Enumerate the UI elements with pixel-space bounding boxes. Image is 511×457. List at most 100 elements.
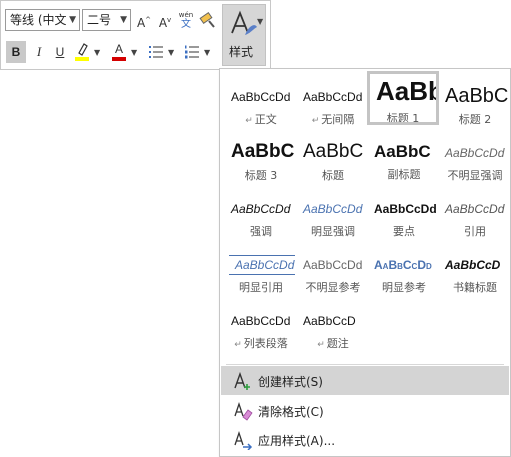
highlighter-icon [75,43,89,61]
style-name: 副标题 [387,168,421,181]
chevron-down-icon: ▼ [257,17,264,26]
font-color-button[interactable]: A [109,41,129,63]
style-tile-intense-reference[interactable]: AaBbCcDd 明显参考 [368,245,440,301]
styles-icon [231,10,257,35]
style-sample: AaBbC [303,141,364,162]
style-tile-title[interactable]: AaBbC 标题 [297,133,369,189]
style-name: 明显引用 [239,281,283,294]
chevron-down-icon[interactable]: ▼ [204,48,210,57]
chevron-down-icon: ▼ [120,15,127,25]
numbered-list-icon [185,45,199,59]
style-sample: AaBbCcDd [231,202,291,216]
format-painter-icon [199,11,215,28]
style-name: ↵ 题注 [317,337,349,350]
bullets-button[interactable] [146,41,166,63]
bold-button[interactable]: B [6,41,26,63]
style-tile-normal[interactable]: AaBbCcDd ↵ 正文 [225,77,297,133]
mini-toolbar: 等线 (中文 ▼ 二号 ▼ A^ Av wén 文 B I U ▼ A ▼ ▼ … [0,0,271,70]
shrink-font-icon: A [158,16,168,30]
styles-button[interactable]: ▼ 样式 [222,4,266,66]
style-tile-subtle-emphasis[interactable]: AaBbCcDd 不明显强调 [439,133,511,189]
font-size-value: 二号 [87,13,112,27]
style-tile-emphasis[interactable]: AaBbCcDd 强调 [225,189,297,245]
style-sample: AaBbCcDd [374,258,432,272]
style-sample: AaBbCcD [445,258,501,272]
style-tile-heading-1[interactable]: AaBb 标题 1 [367,71,439,125]
chevron-down-icon[interactable]: ▼ [94,48,100,57]
phonetic-guide-bottom: 文 [181,19,191,30]
style-name: 引用 [464,225,486,238]
style-name: ↵ 无间隔 [311,113,355,126]
phonetic-guide-button[interactable]: wén 文 [176,8,196,30]
style-sample: AaBbCcDd [445,202,505,216]
italic-button[interactable]: I [29,41,49,63]
style-tile-caption[interactable]: AaBbCcD ↵ 题注 [297,301,369,357]
chevron-down-icon[interactable]: ▼ [168,48,174,57]
font-size-combo[interactable]: 二号 ▼ [82,9,131,31]
style-tile-intense-quote[interactable]: AaBbCcDd 明显引用 [225,245,297,301]
style-name: 强调 [250,225,272,238]
style-tile-subtle-reference[interactable]: AaBbCcDd 不明显参考 [297,245,369,301]
style-name: 要点 [393,225,415,238]
style-name: ↵ 列表段落 [234,337,288,350]
grow-font-button[interactable]: A^ [134,9,154,31]
style-name: 标题 3 [244,169,278,182]
underline-button[interactable]: U [50,41,70,63]
style-tile-subtitle[interactable]: AaBbC 副标题 [368,133,440,189]
style-name: 标题 1 [386,112,420,125]
chevron-down-icon[interactable]: ▼ [131,48,137,57]
styles-gallery-panel: AaBbCcDd ↵正文 AaBbCcDd ↵无间隔 AaBb 标题 1 AaB… [219,68,511,457]
font-name-combo[interactable]: 等线 (中文 ▼ [5,9,80,31]
numbering-button[interactable] [182,41,202,63]
style-sample: AaBbC [374,142,431,161]
style-name: ↵ 正文 [245,113,277,126]
shrink-font-button[interactable]: Av [155,9,175,31]
style-sample: AaBbCcDd [374,202,437,216]
clear-formatting-label: 清除格式(C) [258,405,324,419]
apply-styles-menu-item[interactable]: 应用样式(A)... [221,425,509,454]
style-name: 不明显参考 [305,281,361,294]
highlight-button[interactable] [72,41,92,63]
clear-formatting-menu-item[interactable]: 清除格式(C) [221,396,509,425]
apply-styles-label: 应用样式(A)... [258,434,336,448]
font-name-value: 等线 (中文 [10,13,67,27]
style-name: 书籍标题 [453,281,497,294]
style-sample: AaBb [376,76,436,106]
style-sample: AaBbCcDd [229,255,295,275]
style-name: 标题 [322,169,344,182]
style-sample: AaBbCcDd [231,90,291,104]
bullet-list-icon [149,46,163,58]
grow-font-icon: A [136,16,146,30]
apply-styles-icon [234,430,253,450]
clear-formatting-icon [234,401,253,421]
style-sample: AaBbCcD [303,314,356,328]
style-sample: AaBbCcDd [303,90,363,104]
style-sample: AaBbC [445,85,509,107]
style-tile-heading-2[interactable]: AaBbC 标题 2 [439,77,511,133]
style-name: 明显强调 [311,225,355,238]
style-sample: AaBbCcDd [303,202,363,216]
font-color-swatch [112,57,126,61]
style-sample: AaBbCcDd [303,258,363,272]
style-name: 标题 2 [458,113,492,126]
chevron-down-icon: ▼ [69,15,76,25]
font-color-icon: A [114,42,123,56]
create-style-icon [234,371,250,390]
style-tile-strong[interactable]: AaBbCcDd 要点 [368,189,440,245]
style-tile-intense-emphasis[interactable]: AaBbCcDd 明显强调 [297,189,369,245]
style-sample: AaBbCcDd [445,146,505,160]
style-tile-no-spacing[interactable]: AaBbCcDd ↵ 无间隔 [297,77,369,133]
format-painter-button[interactable] [198,9,218,31]
style-tile-quote[interactable]: AaBbCcDd 引用 [439,189,511,245]
style-sample: AaBbCcDd [231,314,291,328]
menu-separator [226,364,504,365]
styles-label: 样式 [229,45,254,59]
style-sample: AaBbC [231,141,295,162]
style-tile-heading-3[interactable]: AaBbC 标题 3 [225,133,297,189]
style-name: 明显参考 [382,281,426,294]
style-name: 不明显强调 [447,169,503,182]
create-style-menu-item[interactable]: 创建样式(S) [221,366,509,395]
create-style-label: 创建样式(S) [258,375,323,389]
style-tile-list-paragraph[interactable]: AaBbCcDd ↵ 列表段落 [225,301,297,357]
style-tile-book-title[interactable]: AaBbCcD 书籍标题 [439,245,511,301]
